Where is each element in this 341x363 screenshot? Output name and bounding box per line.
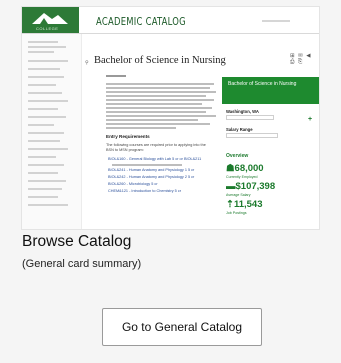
program-sidebar-header: Bachelor of Science in Nursing <box>222 77 319 104</box>
card-title: Browse Catalog <box>22 233 132 250</box>
card-summary: (General card summary) <box>22 258 142 270</box>
course-link: CHEM&121 - Introduction to Chemistry 5 c… <box>108 189 182 193</box>
location-select <box>226 115 274 120</box>
add-icon: + <box>308 116 313 123</box>
go-to-general-catalog-button[interactable]: Go to General Catalog <box>102 308 262 346</box>
employed-stat: ☗68,000 <box>226 163 264 174</box>
employed-caption: Currently Employed <box>226 175 258 179</box>
search-icon: ⚲ <box>85 60 89 66</box>
browse-catalog-card: COLLEGE ACADEMIC CATALOG ⚲ Bachelor of S… <box>15 0 324 352</box>
overview-title: Overview <box>226 153 249 159</box>
entry-intro-text-2: BSN to MSN program: <box>106 148 144 152</box>
entry-requirements-heading: Entry Requirements <box>106 134 150 139</box>
job-postings-icon: ⇡ <box>226 199 234 210</box>
job-postings-stat: ⇡11,543 <box>226 199 263 210</box>
catalog-title: ACADEMIC CATALOG <box>96 15 186 28</box>
mountain-logo-icon <box>32 13 68 24</box>
salary-range-select <box>226 133 278 138</box>
course-link: BIOL&241 - Human Anatomy and Physiology … <box>108 168 195 172</box>
header-link-placeholder <box>262 20 290 22</box>
left-navigation <box>22 34 82 229</box>
course-link: BIOL&242 - Human Anatomy and Physiology … <box>108 175 195 179</box>
catalog-preview-image: COLLEGE ACADEMIC CATALOG ⚲ Bachelor of S… <box>21 6 320 230</box>
program-sidebar: Bachelor of Science in Nursing Washingto… <box>222 77 319 229</box>
program-description: Entry Requirements The following courses… <box>106 75 218 229</box>
course-link: BIOL&160 - General Biology with Lab 5 cr… <box>108 157 202 161</box>
salary-icon: ▬ <box>226 181 236 192</box>
course-link: BIOL&260 - Microbiology 5 cr <box>108 182 158 186</box>
logo-subtitle: COLLEGE <box>36 26 59 31</box>
location-label: Washington, WA <box>226 109 259 114</box>
catalog-header: COLLEGE ACADEMIC CATALOG <box>22 7 319 34</box>
employed-icon: ☗ <box>226 163 235 174</box>
job-postings-caption: Job Postings <box>226 211 247 215</box>
salary-stat: ▬$107,398 <box>226 181 276 192</box>
program-title: Bachelor of Science in Nursing <box>94 55 226 66</box>
salary-caption: Average Salary <box>226 193 251 197</box>
sidebar-card-title: Bachelor of Science in Nursing <box>228 81 297 87</box>
salary-range-label: Salary Range <box>226 127 253 132</box>
entry-intro-text: The following courses are required prior… <box>106 143 206 147</box>
college-logo: COLLEGE <box>22 7 79 33</box>
share-icons: ⊞ ✉ ◀ ⎙ ⎘ <box>290 53 312 65</box>
